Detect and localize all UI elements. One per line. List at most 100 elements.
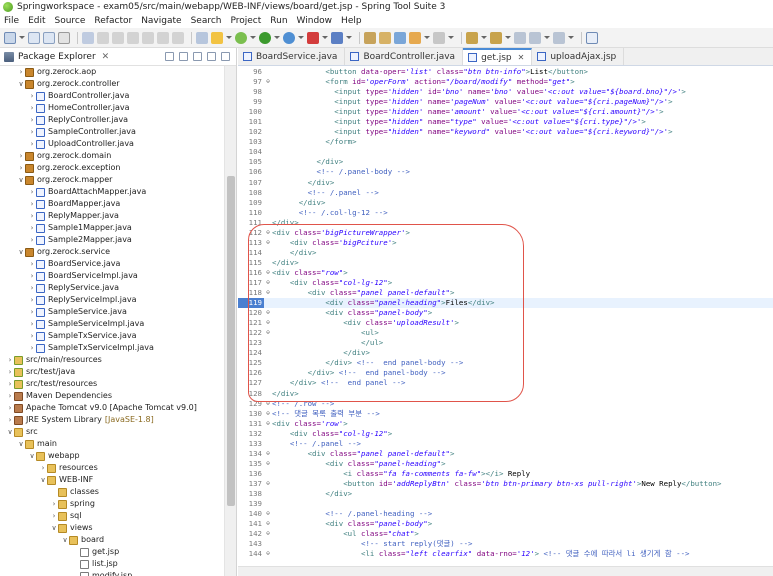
code-line[interactable]: 113 ⊖ <div class='bigPciture'>	[238, 238, 773, 248]
code-line[interactable]: 96 <button data-oper='list' class="btn b…	[238, 67, 773, 77]
fold-icon[interactable]: ⊖	[264, 278, 272, 288]
next-annotation-icon[interactable]	[466, 31, 478, 44]
toggle-breadcrumb-icon[interactable]	[196, 31, 208, 44]
tree-item[interactable]: ∨ org.zerock.controller	[0, 78, 224, 90]
tree-item[interactable]: ∨ main	[0, 438, 224, 450]
tree-item[interactable]: ∨ org.zerock.mapper	[0, 174, 224, 186]
new-dropdown-icon[interactable]	[19, 36, 25, 39]
save-icon[interactable]	[28, 31, 40, 44]
code-line[interactable]: 105 </div>	[238, 157, 773, 167]
expand-caret-icon[interactable]: ∨	[17, 78, 25, 90]
tree-item[interactable]: › Sample2Mapper.java	[0, 234, 224, 246]
tree-item[interactable]: › BoardService.java	[0, 258, 224, 270]
open-perspective-icon[interactable]	[586, 31, 598, 44]
code-line[interactable]: 144 ⊖ <li class="left clearfix" data-rno=…	[238, 549, 773, 559]
tree-item[interactable]: modify.jsp	[0, 570, 224, 576]
code-line[interactable]: 138 </div>	[238, 489, 773, 499]
expand-caret-icon[interactable]: ›	[28, 342, 36, 354]
menu-search[interactable]: Search	[191, 16, 222, 26]
tree-item[interactable]: › src/test/resources	[0, 378, 224, 390]
code-line[interactable]: 118 ⊖ <div class="panel panel-default">	[238, 288, 773, 298]
minimize-icon[interactable]	[207, 52, 216, 61]
editor-horizontal-scrollbar[interactable]	[238, 566, 773, 576]
expand-caret-icon[interactable]: ›	[28, 294, 36, 306]
code-line[interactable]: 107 </div>	[238, 178, 773, 188]
expand-caret-icon[interactable]: ›	[50, 498, 58, 510]
collapse-all-icon[interactable]	[165, 52, 174, 61]
scrollbar-thumb[interactable]	[227, 176, 235, 506]
code-line[interactable]: 112 ⊖ <div class='bigPictureWrapper'>	[238, 228, 773, 238]
suspend-icon[interactable]	[97, 31, 109, 44]
step-over-icon[interactable]	[157, 31, 169, 44]
tree-item[interactable]: › ReplyServiceImpl.java	[0, 294, 224, 306]
editor-tab[interactable]: get.jsp ✕	[463, 48, 533, 65]
fold-icon[interactable]: ⊖	[264, 77, 272, 87]
package-explorer-tab[interactable]: Package Explorer ✕	[0, 48, 236, 66]
fold-icon[interactable]: ⊖	[264, 519, 272, 529]
close-icon[interactable]: ✕	[102, 52, 110, 62]
expand-caret-icon[interactable]: ›	[28, 282, 36, 294]
next-annotation-dropdown-icon[interactable]	[481, 36, 487, 39]
code-line[interactable]: 140 ⊖ <!-- /.panel-heading -->	[238, 509, 773, 519]
tree-item[interactable]: › Apache Tomcat v9.0 [Apache Tomcat v9.0]	[0, 402, 224, 414]
code-line[interactable]: 133 <!-- /.panel -->	[238, 439, 773, 449]
code-line[interactable]: 143 <!-- start reply(댓글) -->	[238, 539, 773, 549]
explorer-scrollbar[interactable]	[224, 66, 236, 576]
fold-icon[interactable]: ⊖	[264, 268, 272, 278]
expand-caret-icon[interactable]: ›	[6, 354, 14, 366]
print-icon[interactable]	[58, 31, 70, 44]
code-line[interactable]: 129 ⊖ <!-- /.row -->	[238, 399, 773, 409]
tree-item[interactable]: › Sample1Mapper.java	[0, 222, 224, 234]
back-dropdown-icon[interactable]	[544, 36, 550, 39]
tree-item[interactable]: › SampleTxService.java	[0, 330, 224, 342]
tree-item[interactable]: › HomeController.java	[0, 102, 224, 114]
expand-caret-icon[interactable]: ›	[28, 258, 36, 270]
expand-caret-icon[interactable]: ›	[28, 126, 36, 138]
expand-caret-icon[interactable]: ›	[6, 402, 14, 414]
spring-tools-icon[interactable]	[211, 31, 223, 44]
code-line[interactable]: 100 <input type='hidden' name='amount' v…	[238, 107, 773, 117]
debug-skip-icon[interactable]	[82, 31, 94, 44]
code-line[interactable]: 109 </div>	[238, 198, 773, 208]
tree-item[interactable]: › BoardServiceImpl.java	[0, 270, 224, 282]
expand-caret-icon[interactable]: ∨	[17, 174, 25, 186]
tree-item[interactable]: › sql	[0, 510, 224, 522]
expand-caret-icon[interactable]: ∨	[39, 474, 47, 486]
view-menu-icon[interactable]	[193, 52, 202, 61]
code-line[interactable]: 136 <i class="fa fa-comments fa-fw"></i>…	[238, 469, 773, 479]
tree-item[interactable]: get.jsp	[0, 546, 224, 558]
new-icon[interactable]	[4, 31, 16, 44]
run-icon[interactable]	[259, 31, 271, 44]
server-dropdown-icon[interactable]	[322, 36, 328, 39]
tree-item[interactable]: › resources	[0, 462, 224, 474]
expand-caret-icon[interactable]: ›	[17, 66, 25, 78]
expand-caret-icon[interactable]: ›	[6, 378, 14, 390]
tree-item[interactable]: › SampleTxServiceImpl.java	[0, 342, 224, 354]
expand-caret-icon[interactable]: ›	[28, 102, 36, 114]
tree-item[interactable]: › BoardMapper.java	[0, 198, 224, 210]
tree-item[interactable]: › BoardController.java	[0, 90, 224, 102]
prev-annotation-dropdown-icon[interactable]	[505, 36, 511, 39]
expand-caret-icon[interactable]: ∨	[6, 426, 14, 438]
menu-project[interactable]: Project	[230, 16, 261, 26]
disconnect-icon[interactable]	[127, 31, 139, 44]
code-line[interactable]: 119 <div class="panel-heading">Files</di…	[238, 298, 773, 309]
code-line[interactable]: 132 <div class="col-lg-12">	[238, 429, 773, 439]
expand-caret-icon[interactable]: ›	[28, 270, 36, 282]
tree-item[interactable]: ∨ src	[0, 426, 224, 438]
external-tools-icon[interactable]	[331, 31, 343, 44]
code-line[interactable]: 111 </div>	[238, 218, 773, 228]
menu-source[interactable]: Source	[55, 16, 86, 26]
link-with-editor-icon[interactable]	[179, 52, 188, 61]
code-line[interactable]: 98 <input type='hidden' id='bno' name='b…	[238, 87, 773, 97]
tree-item[interactable]: › SampleController.java	[0, 126, 224, 138]
code-line[interactable]: 124 </div>	[238, 348, 773, 358]
expand-caret-icon[interactable]: ∨	[50, 522, 58, 534]
expand-caret-icon[interactable]: ›	[28, 186, 36, 198]
save-all-icon[interactable]	[43, 31, 55, 44]
code-line[interactable]: 141 ⊖ <div class="panel-body">	[238, 519, 773, 529]
code-line[interactable]: 125 </div> <!-- end panel-body -->	[238, 358, 773, 368]
terminate-icon[interactable]	[112, 31, 124, 44]
tree-item[interactable]: ∨ board	[0, 534, 224, 546]
external-dropdown-icon[interactable]	[346, 36, 352, 39]
